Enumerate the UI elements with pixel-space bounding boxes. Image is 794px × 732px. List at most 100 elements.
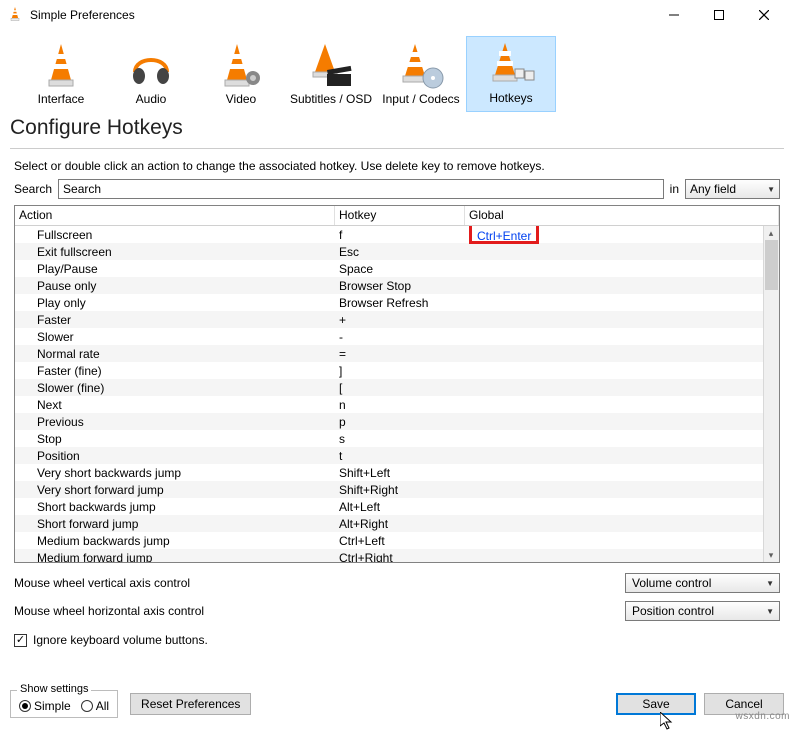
watermark: wsxdn.com bbox=[735, 711, 790, 722]
ignore-kb-label: Ignore keyboard volume buttons. bbox=[33, 633, 208, 647]
scroll-thumb[interactable] bbox=[765, 240, 778, 290]
hotkey-cell: Ctrl+Right bbox=[335, 551, 465, 563]
category-label: Subtitles / OSD bbox=[288, 92, 374, 106]
category-video[interactable]: Video bbox=[196, 38, 286, 112]
table-row[interactable]: Medium backwards jumpCtrl+Left bbox=[15, 532, 779, 549]
action-cell: Play/Pause bbox=[15, 262, 335, 276]
hotkey-cell: p bbox=[335, 415, 465, 429]
minimize-button[interactable] bbox=[651, 1, 696, 29]
cone-icon bbox=[18, 42, 104, 90]
table-header: Action Hotkey Global bbox=[15, 206, 779, 226]
column-header-global[interactable]: Global bbox=[465, 206, 779, 225]
category-interface[interactable]: Interface bbox=[16, 38, 106, 112]
app-icon bbox=[8, 7, 24, 23]
maximize-button[interactable] bbox=[696, 1, 741, 29]
horizontal-axis-select[interactable]: Position control bbox=[625, 601, 780, 621]
table-row[interactable]: Slower (fine)[ bbox=[15, 379, 779, 396]
action-cell: Short forward jump bbox=[15, 517, 335, 531]
show-settings-legend: Show settings bbox=[17, 683, 91, 695]
table-row[interactable]: Play onlyBrowser Refresh bbox=[15, 294, 779, 311]
global-cell: Ctrl+Enter bbox=[465, 226, 779, 244]
table-row[interactable]: Medium forward jumpCtrl+Right bbox=[15, 549, 779, 562]
hotkey-table: Action Hotkey Global FullscreenfCtrl+Ent… bbox=[14, 205, 780, 563]
vertical-axis-select[interactable]: Volume control bbox=[625, 573, 780, 593]
hotkey-cell: Shift+Right bbox=[335, 483, 465, 497]
table-row[interactable]: Previousp bbox=[15, 413, 779, 430]
table-row[interactable]: Stops bbox=[15, 430, 779, 447]
hotkey-cell: ] bbox=[335, 364, 465, 378]
search-input[interactable] bbox=[58, 179, 664, 199]
table-row[interactable]: Faster+ bbox=[15, 311, 779, 328]
window-title: Simple Preferences bbox=[30, 8, 651, 22]
action-cell: Faster (fine) bbox=[15, 364, 335, 378]
hotkey-cell: s bbox=[335, 432, 465, 446]
action-cell: Medium forward jump bbox=[15, 551, 335, 563]
hotkey-cell: Shift+Left bbox=[335, 466, 465, 480]
hotkey-cell: Esc bbox=[335, 245, 465, 259]
radio-icon bbox=[19, 700, 31, 712]
titlebar: Simple Preferences bbox=[0, 0, 794, 30]
save-button[interactable]: Save bbox=[616, 693, 696, 715]
cone-gear-icon bbox=[198, 42, 284, 90]
checkbox-icon[interactable] bbox=[14, 634, 27, 647]
table-body: FullscreenfCtrl+EnterExit fullscreenEscP… bbox=[15, 226, 779, 562]
help-text: Select or double click an action to chan… bbox=[0, 159, 794, 179]
action-cell: Pause only bbox=[15, 279, 335, 293]
hotkey-cell: Ctrl+Left bbox=[335, 534, 465, 548]
table-row[interactable]: Short forward jumpAlt+Right bbox=[15, 515, 779, 532]
table-row[interactable]: Exit fullscreenEsc bbox=[15, 243, 779, 260]
highlighted-global: Ctrl+Enter bbox=[469, 226, 539, 244]
column-header-action[interactable]: Action bbox=[15, 206, 335, 225]
table-row[interactable]: Nextn bbox=[15, 396, 779, 413]
action-cell: Stop bbox=[15, 432, 335, 446]
table-row[interactable]: Play/PauseSpace bbox=[15, 260, 779, 277]
table-row[interactable]: FullscreenfCtrl+Enter bbox=[15, 226, 779, 243]
table-row[interactable]: Slower- bbox=[15, 328, 779, 345]
reset-preferences-button[interactable]: Reset Preferences bbox=[130, 693, 251, 715]
ignore-kb-checkbox-row[interactable]: Ignore keyboard volume buttons. bbox=[14, 629, 780, 647]
action-cell: Slower (fine) bbox=[15, 381, 335, 395]
table-row[interactable]: Short backwards jumpAlt+Left bbox=[15, 498, 779, 515]
horizontal-axis-value: Position control bbox=[632, 604, 714, 618]
hotkey-cell: Browser Stop bbox=[335, 279, 465, 293]
table-row[interactable]: Very short forward jumpShift+Right bbox=[15, 481, 779, 498]
radio-simple[interactable]: Simple bbox=[19, 699, 71, 713]
hotkey-cell: Browser Refresh bbox=[335, 296, 465, 310]
action-cell: Very short forward jump bbox=[15, 483, 335, 497]
table-row[interactable]: Very short backwards jumpShift+Left bbox=[15, 464, 779, 481]
vertical-axis-value: Volume control bbox=[632, 576, 711, 590]
action-cell: Very short backwards jump bbox=[15, 466, 335, 480]
action-cell: Previous bbox=[15, 415, 335, 429]
hotkey-cell: n bbox=[335, 398, 465, 412]
search-row: Search in Any field bbox=[0, 179, 794, 205]
scroll-down-icon[interactable]: ▾ bbox=[764, 548, 778, 562]
category-label: Video bbox=[198, 92, 284, 106]
hotkey-cell: Alt+Right bbox=[335, 517, 465, 531]
scrollbar[interactable]: ▴ ▾ bbox=[763, 226, 779, 562]
action-cell: Normal rate bbox=[15, 347, 335, 361]
hotkey-cell: = bbox=[335, 347, 465, 361]
action-cell: Play only bbox=[15, 296, 335, 310]
category-label: Hotkeys bbox=[469, 91, 553, 105]
scroll-up-icon[interactable]: ▴ bbox=[764, 226, 778, 240]
radio-all[interactable]: All bbox=[81, 699, 109, 713]
category-subtitles[interactable]: Subtitles / OSD bbox=[286, 38, 376, 112]
table-row[interactable]: Positiont bbox=[15, 447, 779, 464]
page-title: Configure Hotkeys bbox=[0, 112, 794, 148]
close-button[interactable] bbox=[741, 1, 786, 29]
hotkey-cell: Alt+Left bbox=[335, 500, 465, 514]
radio-simple-label: Simple bbox=[34, 699, 71, 713]
category-input-codecs[interactable]: Input / Codecs bbox=[376, 38, 466, 112]
hotkey-cell: t bbox=[335, 449, 465, 463]
cone-keys-icon bbox=[469, 41, 553, 89]
search-field-select[interactable]: Any field bbox=[685, 179, 780, 199]
show-settings-group: Show settings Simple All bbox=[10, 690, 118, 718]
column-header-hotkey[interactable]: Hotkey bbox=[335, 206, 465, 225]
table-row[interactable]: Normal rate= bbox=[15, 345, 779, 362]
table-row[interactable]: Faster (fine)] bbox=[15, 362, 779, 379]
action-cell: Medium backwards jump bbox=[15, 534, 335, 548]
action-cell: Position bbox=[15, 449, 335, 463]
table-row[interactable]: Pause onlyBrowser Stop bbox=[15, 277, 779, 294]
category-hotkeys[interactable]: Hotkeys bbox=[466, 36, 556, 112]
category-audio[interactable]: Audio bbox=[106, 38, 196, 112]
